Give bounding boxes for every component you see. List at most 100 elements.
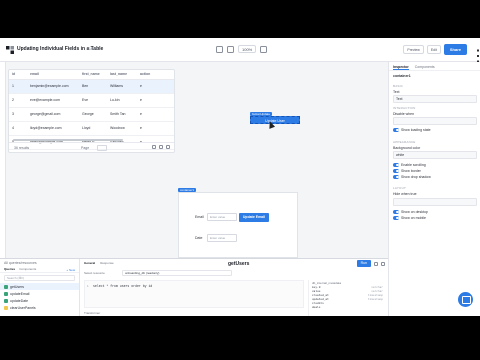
disable-field[interactable] (393, 117, 477, 125)
email-field[interactable]: Enter value (207, 213, 237, 221)
bg-color-field[interactable]: white (393, 151, 477, 159)
table-cell[interactable]: lloyd@example.com (27, 121, 79, 136)
settings-icon[interactable] (260, 45, 268, 53)
desktop-toggle[interactable]: Show on desktop (393, 210, 428, 214)
date-label: Date (195, 236, 203, 240)
tab-components[interactable]: Components (415, 65, 435, 70)
loading-toggle[interactable]: Show loading state (393, 128, 431, 132)
column-header[interactable]: email (27, 70, 79, 80)
table-row[interactable]: 1 benjamin@example.com Ben Williams e (9, 79, 174, 94)
table-cell[interactable]: benjamin@example.com (27, 79, 79, 94)
toggle-icon[interactable] (393, 128, 399, 132)
table-cell[interactable]: e (137, 121, 174, 136)
tab-queries[interactable]: Queries (4, 267, 15, 271)
zoom-level[interactable]: 100% (238, 45, 257, 53)
preview-button[interactable]: Preview (403, 45, 424, 54)
sql-code[interactable]: select * from users order by id (93, 284, 152, 288)
border-toggle[interactable]: Show border (393, 169, 421, 173)
close-icon[interactable] (381, 261, 385, 266)
table-cell[interactable]: Smith Tan (107, 107, 137, 122)
mobile-icon[interactable] (227, 45, 234, 53)
update-user-button[interactable]: Update User (250, 116, 300, 124)
more-icon[interactable]: ⋮ (470, 46, 480, 65)
tab-general[interactable]: General (84, 261, 95, 265)
table-cell[interactable]: Eve (79, 93, 107, 108)
text-field[interactable]: Text (393, 95, 477, 103)
save-status: Saved (88, 46, 98, 51)
table-row[interactable]: 4 lloyd@example.com Lloyd Woodrow e (9, 121, 174, 136)
table-footer: 36 results Page (9, 142, 174, 152)
toggle-icon[interactable] (393, 175, 399, 179)
new-query-button[interactable]: + New (66, 268, 75, 272)
query-item[interactable]: updateDate (0, 297, 79, 304)
query-item[interactable]: updateEmail (0, 290, 79, 297)
editor-toolbar: 100% (216, 45, 268, 53)
toggle-icon[interactable] (393, 163, 399, 167)
query-name[interactable]: getUsers (228, 261, 249, 267)
query-item-label: updateEmail (10, 291, 30, 296)
users-table[interactable]: id email first_name last_name action 1 b… (8, 69, 175, 153)
update-email-button[interactable]: Update Email (239, 212, 269, 222)
column-header[interactable]: action (137, 70, 174, 80)
table-cell[interactable]: 2 (9, 93, 27, 108)
table-row[interactable]: 3 george@gmail.com George Smith Tan e (9, 107, 174, 122)
section-basic: BASIC (393, 84, 404, 88)
canvas[interactable]: id email first_name last_name action 1 b… (6, 62, 388, 258)
table-cell[interactable]: george@gmail.com (27, 107, 79, 122)
run-button[interactable]: Run (356, 260, 371, 267)
download-icon[interactable] (159, 145, 163, 149)
hidden-field[interactable] (393, 198, 477, 206)
table-cell[interactable]: 4 (9, 121, 27, 136)
table-actions (152, 145, 170, 149)
date-field[interactable]: Enter value (207, 234, 237, 242)
sql-editor[interactable]: 1 select * from users order by id (84, 280, 304, 308)
desktop-icon[interactable] (216, 45, 223, 53)
table-cell[interactable]: e (137, 79, 174, 94)
toggle-icon[interactable] (393, 169, 399, 173)
table-cell[interactable]: Woodrow (107, 121, 137, 136)
share-button[interactable]: Share (443, 44, 467, 55)
schema-row[interactable]: deals (309, 306, 386, 310)
tab-response[interactable]: Response (100, 261, 114, 265)
filter-icon[interactable] (152, 145, 156, 149)
refresh-icon[interactable] (166, 145, 170, 149)
query-item[interactable]: getUsers (0, 283, 79, 290)
transformer-toggle[interactable]: Transformer (84, 311, 100, 315)
query-item-label: clearUserPanels (10, 305, 36, 310)
table-cell[interactable]: Ben (79, 79, 107, 94)
help-chat-button[interactable] (458, 292, 473, 307)
toggle-icon[interactable] (393, 210, 399, 214)
table-row[interactable]: 2 eve@example.com Eve Lu-kin e (9, 93, 174, 108)
column-header[interactable]: first_name (79, 70, 107, 80)
table-cell[interactable]: Williams (107, 79, 137, 94)
edit-form-container[interactable]: Email Enter value Update Email Date Ente… (178, 192, 298, 258)
schema-browser: db_internal_metadata key.0 varchar value v… (308, 280, 386, 316)
section-interaction: INTERACTION (393, 106, 416, 110)
toggle-icon[interactable] (393, 216, 399, 220)
column-header[interactable]: last_name (107, 70, 137, 80)
table-cell[interactable]: Lu-kin (107, 93, 137, 108)
scroll-toggle[interactable]: Enable scrolling (393, 163, 426, 167)
tab-query-components[interactable]: Components (19, 267, 36, 271)
page-input[interactable] (97, 144, 107, 151)
table-cell[interactable]: 1 (9, 79, 27, 94)
mobile-toggle[interactable]: Show on mobile (393, 216, 426, 220)
expand-icon[interactable] (374, 261, 378, 266)
table-cell[interactable]: Lloyd (79, 121, 107, 136)
shadow-toggle[interactable]: Show drop shadow (393, 175, 431, 179)
query-search-input[interactable]: Search (⌘F) (4, 275, 75, 281)
javascript-icon (4, 305, 8, 310)
tab-inspector[interactable]: Inspector (393, 65, 409, 70)
table-cell[interactable]: 3 (9, 107, 27, 122)
horizontal-scrollbar[interactable] (13, 139, 123, 141)
component-name[interactable]: container1 (393, 74, 411, 78)
resource-select[interactable]: onboarding_db (readonly) (122, 270, 232, 276)
query-item[interactable]: clearUserPanels (0, 304, 79, 311)
table-cell[interactable]: George (79, 107, 107, 122)
edit-button[interactable]: Edit (426, 45, 441, 54)
table-cell[interactable]: e (137, 107, 174, 122)
table-cell[interactable]: eve@example.com (27, 93, 79, 108)
table-cell[interactable]: e (137, 93, 174, 108)
section-appearance: APPEARANCE (393, 140, 416, 144)
column-header[interactable]: id (9, 70, 27, 80)
